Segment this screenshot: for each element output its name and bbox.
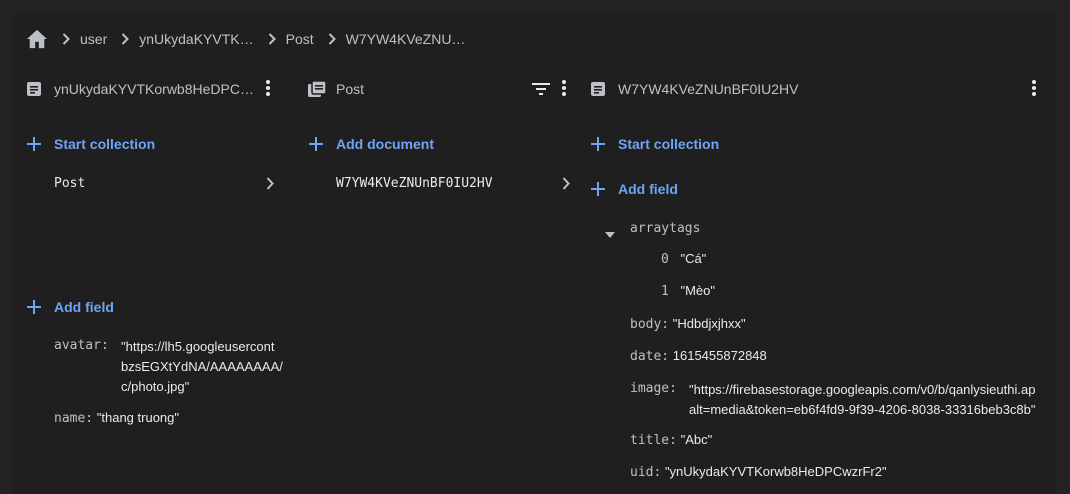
- add-document-button[interactable]: Add document: [308, 136, 434, 152]
- home-icon[interactable]: [26, 29, 48, 49]
- plus-icon: [591, 182, 605, 196]
- field-value-line: "https://firebasestorage.googleapis.com/…: [689, 382, 1036, 397]
- field-image-value: "https://firebasestorage.googleapis.com/…: [689, 380, 1055, 420]
- breadcrumb-item-post[interactable]: Post: [286, 31, 314, 47]
- field-value-line: bzsEGXtYdNA/AAAAAAAA/: [121, 359, 283, 374]
- chevron-right-icon: [268, 33, 276, 45]
- add-document-label: Add document: [336, 136, 434, 152]
- chevron-right-icon: [62, 33, 70, 45]
- field-value-line: c/photo.jpg": [121, 379, 190, 394]
- plus-icon: [27, 137, 41, 151]
- chevron-right-icon: [266, 177, 274, 195]
- field-value-line: "https://lh5.googleusercont: [121, 339, 275, 354]
- field-date[interactable]: date: 1615455872848: [630, 348, 767, 364]
- plus-icon: [591, 137, 605, 151]
- field-value-line: alt=media&token=eb6f4fd9-9f39-4206-8038-…: [689, 402, 1036, 417]
- breadcrumb-item-user-doc[interactable]: ynUkydaKYVTK…: [139, 31, 253, 47]
- filter-list-icon[interactable]: [532, 82, 550, 98]
- chevron-right-icon: [328, 33, 336, 45]
- column-header: Post: [294, 66, 576, 112]
- column-title: ynUkydaKYVTKorwb8HeDPCw…: [54, 81, 259, 97]
- field-arraytags[interactable]: arraytags: [630, 220, 700, 236]
- plus-icon: [309, 137, 323, 151]
- plus-icon: [27, 300, 41, 314]
- field-key: avatar:: [54, 338, 109, 353]
- field-key: image:: [630, 381, 677, 396]
- field-avatar-value: "https://lh5.googleusercont bzsEGXtYdNA/…: [121, 337, 293, 397]
- array-index: 1: [661, 284, 669, 299]
- document-item[interactable]: W7YW4KVeZNUnBF0IU2HV: [336, 176, 493, 191]
- document-icon: [26, 81, 42, 100]
- breadcrumb-item-user[interactable]: user: [80, 31, 107, 47]
- array-item-1[interactable]: 1 "Mèo": [661, 283, 715, 299]
- field-key: date:: [630, 349, 670, 364]
- start-collection-button[interactable]: Start collection: [590, 136, 719, 152]
- add-field-label: Add field: [618, 181, 678, 197]
- column-title: W7YW4KVeZNUnBF0IU2HV: [618, 81, 799, 97]
- add-field-button[interactable]: Add field: [26, 299, 114, 315]
- field-value: 1615455872848: [672, 348, 767, 363]
- column-header: W7YW4KVeZNUnBF0IU2HV: [576, 66, 1055, 112]
- add-field-label: Add field: [54, 299, 114, 315]
- expand-arrow-icon[interactable]: [605, 225, 615, 243]
- document-icon: [590, 81, 606, 100]
- start-collection-button[interactable]: Start collection: [26, 136, 155, 152]
- field-value: "thang truong": [96, 410, 179, 425]
- column-title: Post: [336, 81, 365, 97]
- field-value: "Hdbdjxjhxx": [672, 316, 746, 331]
- document-column-user: ynUkydaKYVTKorwb8HeDPCw… Start collectio…: [12, 66, 294, 494]
- field-value: "ynUkydaKYVTKorwb8HeDPCwzrFr2": [664, 464, 887, 479]
- start-collection-label: Start collection: [54, 136, 156, 152]
- document-item-label: W7YW4KVeZNUnBF0IU2HV: [336, 176, 493, 191]
- field-key: arraytags: [630, 221, 701, 236]
- column-header: ynUkydaKYVTKorwb8HeDPCw…: [12, 66, 294, 112]
- array-item-0[interactable]: 0 "Cá": [661, 251, 706, 267]
- more-vert-icon[interactable]: [1031, 79, 1037, 100]
- field-title[interactable]: title: "Abc": [630, 432, 712, 448]
- collection-column-post: Post Add document W7YW4KVeZNUnBF0IU2HV: [294, 66, 576, 494]
- field-key: title:: [630, 433, 677, 448]
- field-key: uid:: [630, 465, 662, 480]
- field-avatar[interactable]: avatar:: [54, 337, 109, 353]
- array-index: 0: [661, 252, 669, 267]
- chevron-right-icon: [121, 33, 130, 45]
- field-value: "Abc": [680, 432, 713, 447]
- field-key: body:: [630, 317, 670, 332]
- add-field-button[interactable]: Add field: [590, 181, 678, 197]
- more-vert-icon[interactable]: [561, 79, 567, 100]
- field-key: name:: [54, 411, 94, 426]
- field-image[interactable]: image:: [630, 380, 677, 396]
- collection-item-post[interactable]: Post: [54, 176, 85, 191]
- more-vert-icon[interactable]: [265, 79, 271, 100]
- array-value: "Cá": [680, 251, 707, 266]
- chevron-right-icon: [562, 177, 570, 195]
- field-uid[interactable]: uid: "ynUkydaKYVTKorwb8HeDPCwzrFr2": [630, 464, 887, 480]
- document-column-post: W7YW4KVeZNUnBF0IU2HV Start collection Ad…: [576, 66, 1055, 494]
- firestore-data-panel: user ynUkydaKYVTK… Post W7YW4KVeZNU… ynU…: [12, 12, 1055, 494]
- field-body[interactable]: body: "Hdbdjxjhxx": [630, 316, 746, 332]
- collection-item-label: Post: [54, 176, 86, 191]
- breadcrumb: user ynUkydaKYVTK… Post W7YW4KVeZNU…: [12, 12, 1055, 66]
- array-value: "Mèo": [680, 283, 715, 298]
- field-name[interactable]: name: "thang truong": [54, 410, 179, 426]
- collection-icon: [308, 80, 327, 100]
- breadcrumb-item-post-doc[interactable]: W7YW4KVeZNU…: [346, 31, 466, 47]
- start-collection-label: Start collection: [618, 136, 720, 152]
